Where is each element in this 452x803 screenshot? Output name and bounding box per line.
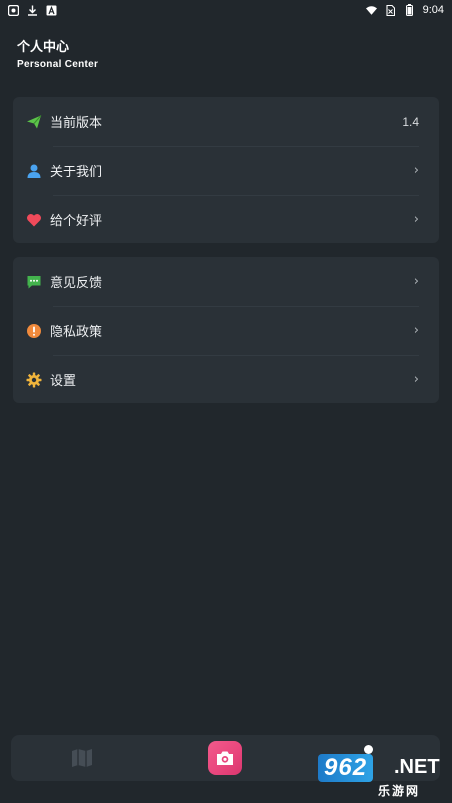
- paper-plane-icon: [26, 114, 42, 130]
- page-subtitle: Personal Center: [17, 59, 99, 70]
- page-title: 个人中心: [17, 40, 70, 55]
- font-icon: [46, 5, 57, 16]
- user-icon: [26, 163, 42, 179]
- menu-item-label: 隐私政策: [50, 325, 103, 340]
- menu-item-label: 给个好评: [50, 214, 103, 229]
- menu-card-info: 当前版本 1.4 关于我们 › 给个好评 ›: [13, 97, 439, 243]
- status-bar: 9:04: [0, 0, 452, 20]
- watermark-sub: 乐游网: [378, 784, 421, 798]
- status-bar-right: 9:04: [365, 4, 444, 16]
- message-icon: [26, 274, 42, 290]
- menu-item-about[interactable]: 关于我们 ›: [13, 146, 439, 195]
- menu-item-label: 意见反馈: [50, 276, 103, 291]
- wifi-icon: [365, 5, 377, 16]
- menu-item-settings[interactable]: 设置 ›: [13, 355, 439, 404]
- menu-item-version[interactable]: 当前版本 1.4: [13, 97, 439, 146]
- chevron-right-icon: ›: [413, 163, 419, 178]
- app-icon: [8, 4, 19, 16]
- alert-icon: [26, 323, 42, 339]
- menu-item-label: 关于我们: [50, 165, 103, 180]
- watermark: 962 .NET 乐游网: [312, 752, 452, 803]
- version-value: 1.4: [402, 114, 419, 129]
- menu-item-rate[interactable]: 给个好评 ›: [13, 195, 439, 244]
- chevron-right-icon: ›: [413, 372, 419, 387]
- chevron-right-icon: ›: [413, 274, 419, 289]
- menu-item-privacy[interactable]: 隐私政策 ›: [13, 306, 439, 355]
- menu-card-settings: 意见反馈 › 隐私政策 › 设置 ›: [13, 257, 439, 403]
- battery-icon: [404, 4, 415, 16]
- gear-icon: [26, 372, 42, 388]
- menu-item-label: 设置: [50, 374, 77, 389]
- status-bar-left: [8, 4, 57, 16]
- download-icon: [27, 5, 38, 16]
- watermark-domain: .NET: [394, 756, 440, 778]
- map-icon[interactable]: [71, 748, 93, 768]
- chevron-right-icon: ›: [413, 323, 419, 338]
- heart-icon: [26, 212, 42, 228]
- menu-item-feedback[interactable]: 意见反馈 ›: [13, 257, 439, 306]
- page-header: 个人中心 Personal Center: [17, 40, 98, 72]
- watermark-brand: 962: [318, 754, 374, 782]
- camera-icon[interactable]: [208, 741, 242, 775]
- no-sim-icon: [385, 4, 396, 16]
- status-time: 9:04: [422, 4, 444, 16]
- chevron-right-icon: ›: [413, 212, 419, 227]
- menu-item-label: 当前版本: [50, 116, 103, 131]
